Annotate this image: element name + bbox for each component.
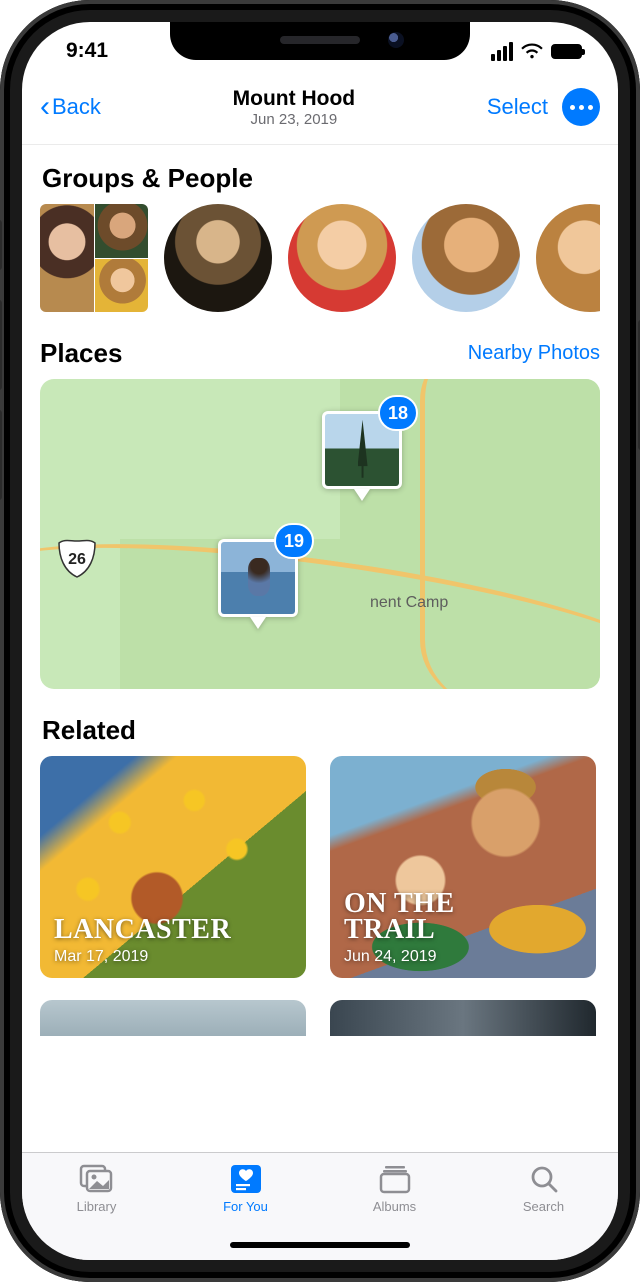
person-avatar[interactable] [412,204,520,312]
device-frame: 9:41 ‹ Back Mount Hood Jun 23, 2019 Sele… [0,0,640,1282]
speaker-grille [280,36,360,44]
map-photo-pin[interactable]: 19 [218,539,298,629]
tab-label: Library [77,1199,117,1214]
tab-bar: Library For You Albums Search [22,1152,618,1260]
notch [170,22,470,60]
wifi-icon [521,40,543,62]
pin-count-badge: 18 [378,395,418,431]
memory-date: Mar 17, 2019 [54,948,231,966]
related-grid: LANCASTER Mar 17, 2019 ON THE TRAIL Jun … [40,756,600,978]
screen: 9:41 ‹ Back Mount Hood Jun 23, 2019 Sele… [22,22,618,1260]
person-avatar[interactable] [164,204,272,312]
content-area[interactable]: Groups & People Places Nearby Photos 26 [22,145,618,1152]
select-button[interactable]: Select [487,94,548,120]
people-group-tile[interactable] [40,204,148,312]
battery-icon [551,44,582,59]
section-groups-people: Groups & People [42,163,600,194]
section-related: Related [42,715,600,746]
tab-for-you[interactable]: For You [186,1163,306,1214]
tab-search[interactable]: Search [484,1163,604,1214]
people-row[interactable] [40,204,600,312]
volume-up [0,300,2,390]
home-indicator[interactable] [230,1242,410,1248]
section-places: Places [40,338,122,369]
mute-switch [0,220,2,270]
tab-label: Albums [373,1199,416,1214]
map-place-label: nent Camp [370,594,448,612]
person-avatar[interactable] [536,204,600,312]
person-avatar[interactable] [288,204,396,312]
tab-library[interactable]: Library [37,1163,157,1214]
related-memory-card[interactable]: LANCASTER Mar 17, 2019 [40,756,306,978]
albums-icon [377,1163,413,1195]
related-memory-card[interactable] [330,1000,596,1036]
nav-title-area: Mount Hood Jun 23, 2019 [233,87,355,128]
status-right [491,40,582,62]
nav-bar: ‹ Back Mount Hood Jun 23, 2019 Select [22,80,618,145]
page-subtitle: Jun 23, 2019 [233,111,355,128]
memory-date: Jun 24, 2019 [344,948,455,966]
highway-shield-icon: 26 [56,537,98,579]
library-icon [79,1163,115,1195]
related-memory-card[interactable]: ON THE TRAIL Jun 24, 2019 [330,756,596,978]
more-button[interactable] [562,88,600,126]
back-label: Back [52,94,101,120]
tab-label: For You [223,1199,268,1214]
places-map[interactable]: 26 nent Camp 18 19 [40,379,600,689]
pin-count-badge: 19 [274,523,314,559]
related-peek-row [40,1000,600,1036]
back-button[interactable]: ‹ Back [40,92,101,122]
chevron-left-icon: ‹ [40,92,50,122]
nearby-photos-link[interactable]: Nearby Photos [468,342,600,365]
cellular-icon [491,42,513,61]
memory-title: LANCASTER [54,917,231,944]
map-photo-pin[interactable]: 18 [322,411,402,501]
related-memory-card[interactable] [40,1000,306,1036]
page-title: Mount Hood [233,87,355,111]
svg-text:26: 26 [68,551,86,568]
for-you-icon [228,1163,264,1195]
tab-albums[interactable]: Albums [335,1163,455,1214]
status-time: 9:41 [66,39,108,63]
tab-label: Search [523,1199,564,1214]
search-icon [526,1163,562,1195]
front-camera [388,32,404,48]
memory-title: ON THE TRAIL [344,891,455,944]
volume-down [0,410,2,500]
